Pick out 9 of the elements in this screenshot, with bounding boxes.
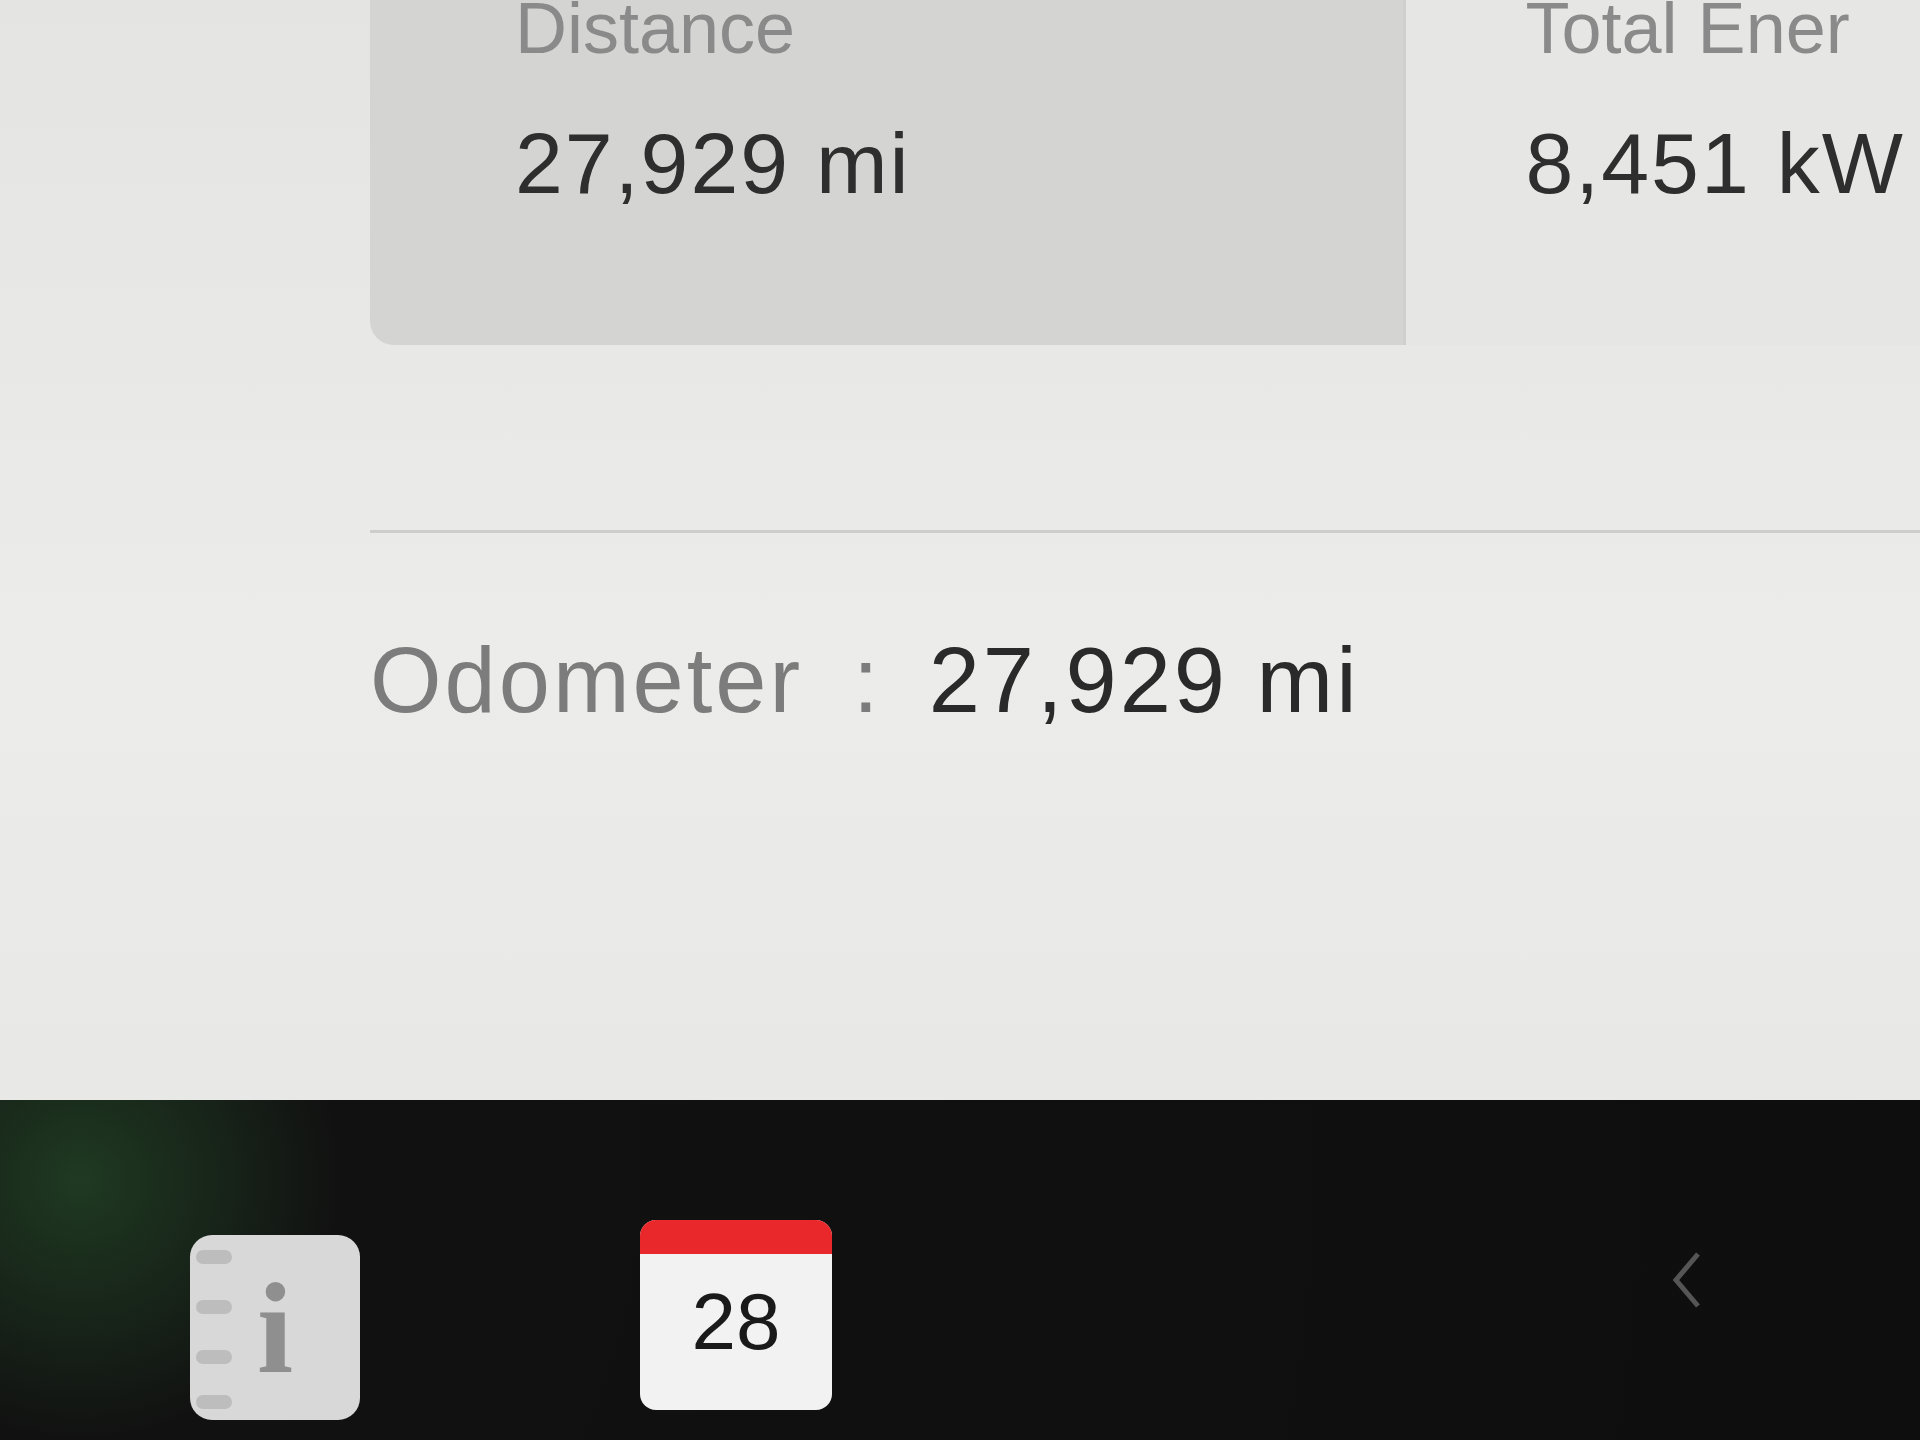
odometer-label: Odometer	[370, 628, 804, 733]
stat-label: Total Ener	[1525, 0, 1851, 64]
chevron-left-icon[interactable]	[1672, 1250, 1702, 1310]
stat-value: 27,929 mi	[515, 114, 912, 213]
stat-label: Distance	[515, 0, 797, 64]
odometer-value: 27,929 mi	[928, 628, 1360, 733]
calendar-button[interactable]: 28	[640, 1220, 832, 1410]
separator: :	[853, 628, 879, 733]
stat-value: 8,451 kW	[1525, 114, 1906, 213]
